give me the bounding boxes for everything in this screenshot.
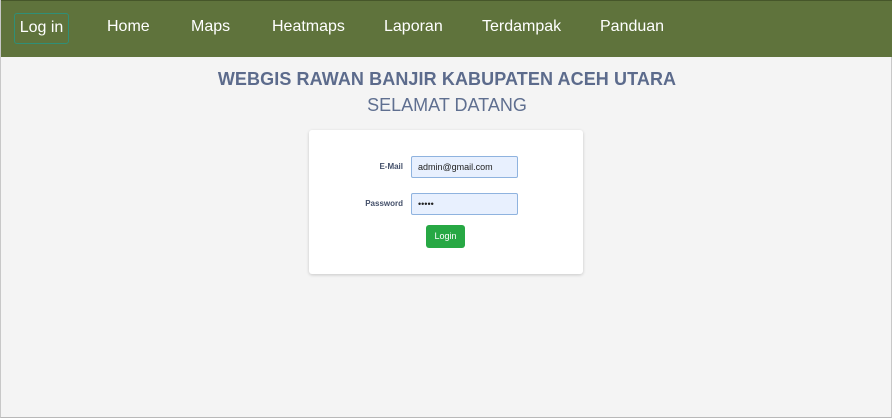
email-input[interactable] (411, 156, 518, 178)
login-button[interactable]: Login (426, 225, 465, 248)
nav-heatmaps-link[interactable]: Heatmaps (272, 1, 345, 57)
welcome-subtitle: SELAMAT DATANG (367, 95, 527, 115)
nav-login-link[interactable]: Log in (14, 13, 69, 44)
password-label: Password (365, 199, 403, 208)
nav-home-link[interactable]: Home (107, 1, 150, 57)
page: Log in Home Maps Heatmaps Laporan Terdam… (0, 0, 892, 418)
password-input[interactable] (411, 193, 518, 215)
nav-panduan-link[interactable]: Panduan (600, 1, 664, 57)
nav-terdampak-link[interactable]: Terdampak (482, 1, 561, 57)
page-title: WEBGIS RAWAN BANJIR KABUPATEN ACEH UTARA (217, 69, 677, 89)
top-navbar: Log in Home Maps Heatmaps Laporan Terdam… (1, 0, 892, 57)
nav-laporan-link[interactable]: Laporan (384, 1, 443, 57)
nav-maps-link[interactable]: Maps (191, 1, 230, 57)
email-label: E-Mail (379, 162, 403, 171)
